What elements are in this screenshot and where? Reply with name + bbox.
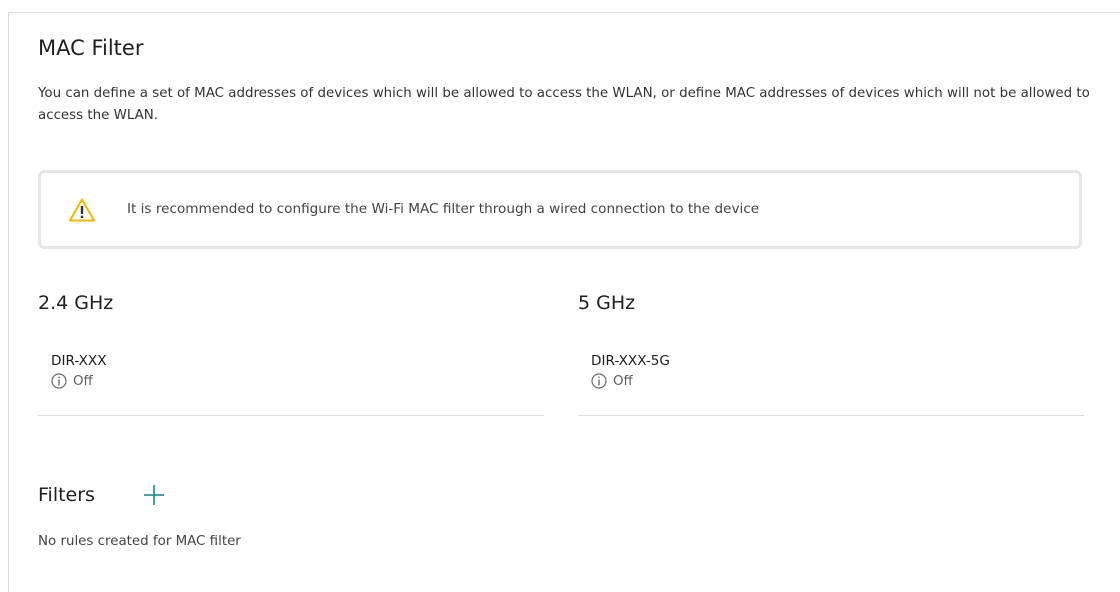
- network-status-text: Off: [613, 373, 633, 389]
- filters-header: Filters: [38, 484, 165, 506]
- network-name: DIR-XXX: [51, 353, 107, 369]
- band-title: 2.4 GHz: [38, 292, 114, 314]
- band-section-2-4ghz: 2.4 GHz DIR-XXX Off: [38, 292, 544, 416]
- add-filter-button[interactable]: [143, 484, 165, 506]
- info-icon: [51, 373, 67, 389]
- filters-title: Filters: [38, 484, 95, 506]
- warning-banner: It is recommended to configure the Wi-Fi…: [38, 170, 1082, 249]
- page-description: You can define a set of MAC addresses of…: [38, 86, 1090, 123]
- band-title: 5 GHz: [578, 292, 636, 314]
- page-title: MAC Filter: [38, 36, 144, 60]
- warning-triangle-icon: [69, 198, 95, 222]
- info-icon: [591, 373, 607, 389]
- warning-text: It is recommended to configure the Wi-Fi…: [127, 201, 760, 217]
- network-status-text: Off: [73, 373, 93, 389]
- network-status: Off: [51, 373, 93, 389]
- network-name: DIR-XXX-5G: [591, 353, 670, 369]
- filters-empty-text: No rules created for MAC filter: [38, 534, 241, 549]
- band-section-5ghz: 5 GHz DIR-XXX-5G Off: [578, 292, 1084, 416]
- network-item[interactable]: DIR-XXX-5G Off: [578, 353, 1084, 416]
- network-status: Off: [591, 373, 633, 389]
- plus-icon: [143, 485, 164, 505]
- network-item[interactable]: DIR-XXX Off: [38, 353, 544, 416]
